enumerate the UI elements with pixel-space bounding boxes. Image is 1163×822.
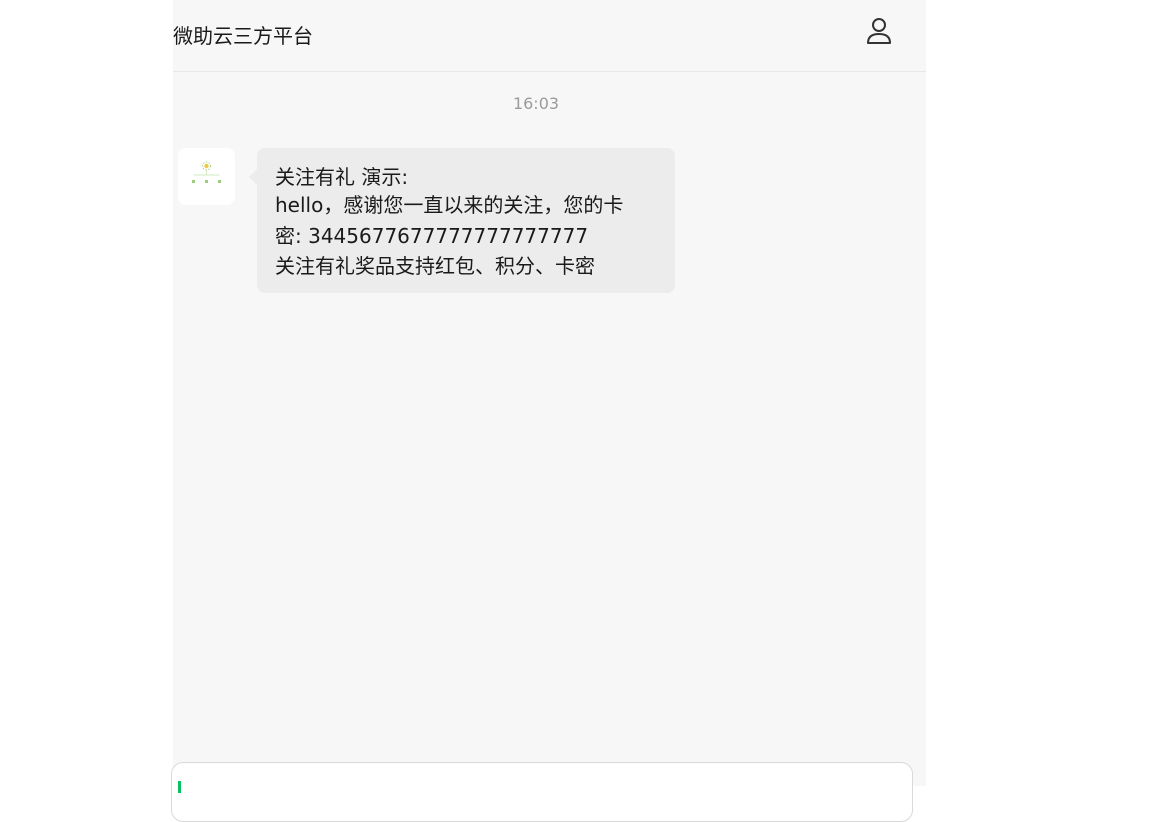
chat-header: 微助云三方平台 bbox=[173, 0, 926, 72]
text-caret bbox=[178, 781, 181, 793]
user-profile-button[interactable] bbox=[865, 16, 893, 48]
message-bubble[interactable]: 关注有礼 演示: hello，感谢您一直以来的关注，您的卡 密: 3445677… bbox=[249, 148, 675, 293]
message-line: 关注有礼 演示: bbox=[275, 165, 409, 189]
message-input[interactable] bbox=[171, 762, 913, 822]
message-timestamp: 16:03 bbox=[512, 94, 560, 113]
user-icon bbox=[867, 18, 891, 44]
chat-title: 微助云三方平台 bbox=[173, 24, 313, 48]
message-line: 关注有礼奖品支持红包、积分、卡密 bbox=[275, 254, 595, 278]
bubble-tail bbox=[249, 169, 257, 185]
message-line: hello，感谢您一直以来的关注，您的卡 bbox=[275, 193, 624, 217]
bot-avatar-icon bbox=[192, 161, 221, 183]
bot-avatar[interactable] bbox=[178, 148, 235, 205]
message-line: 密: 3445677677777777777777 bbox=[275, 224, 589, 248]
chat-window: 微助云三方平台 16:03 关注有礼 演示: hello，感谢您一直以来的关注，… bbox=[171, 0, 926, 822]
